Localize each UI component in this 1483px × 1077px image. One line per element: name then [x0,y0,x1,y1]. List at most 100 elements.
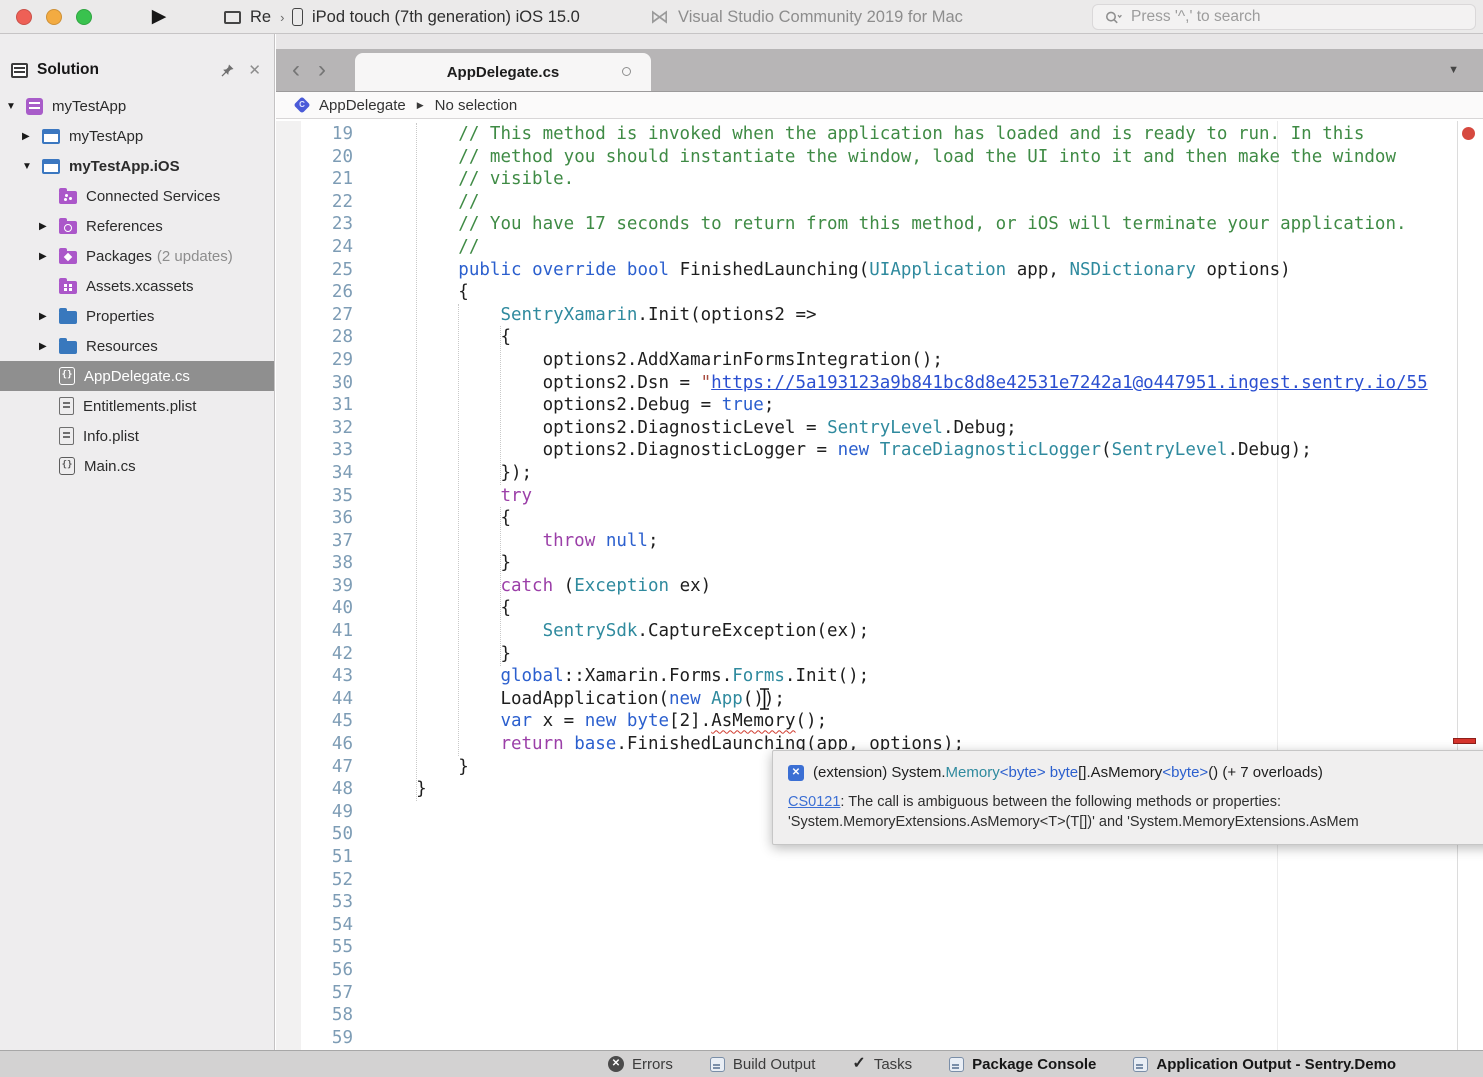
line-number[interactable]: 32 [276,417,366,440]
code-line-31[interactable]: 31 options2.Debug = true; [276,394,1483,417]
sidebar-item-assets-xcassets[interactable]: Assets.xcassets [0,271,274,301]
code-line-38[interactable]: 38 } [276,552,1483,575]
line-number[interactable]: 33 [276,439,366,462]
sidebar-item-references[interactable]: ▶References [0,211,274,241]
pin-pad-icon[interactable] [220,63,235,78]
line-number[interactable]: 27 [276,304,366,327]
navigate-forward-button[interactable] [318,58,326,82]
sidebar-item-properties[interactable]: ▶Properties [0,301,274,331]
disclosure-triangle-icon[interactable]: ▶ [39,251,59,262]
line-number[interactable]: 50 [276,823,366,846]
code-line-20[interactable]: 20 // method you should instantiate the … [276,146,1483,169]
close-pad-button[interactable] [248,63,261,78]
disclosure-triangle-icon[interactable]: ▶ [39,341,59,352]
line-number[interactable]: 26 [276,281,366,304]
zoom-window-button[interactable] [76,9,92,25]
sidebar-item-packages[interactable]: ▶Packages(2 updates) [0,241,274,271]
code-line-37[interactable]: 37 throw null; [276,530,1483,553]
line-number[interactable]: 41 [276,620,366,643]
sidebar-item-mytestapp[interactable]: ▼myTestApp [0,91,274,121]
line-number[interactable]: 49 [276,801,366,824]
code-line-45[interactable]: 45 var x = new byte[2].AsMemory(); [276,710,1483,733]
line-number[interactable]: 29 [276,349,366,372]
line-number[interactable]: 35 [276,485,366,508]
code-line-29[interactable]: 29 options2.AddXamarinFormsIntegration()… [276,349,1483,372]
code-line-34[interactable]: 34 }); [276,462,1483,485]
disclosure-triangle-icon[interactable]: ▶ [39,311,59,322]
line-number[interactable]: 42 [276,643,366,666]
code-line-41[interactable]: 41 SentrySdk.CaptureException(ex); [276,620,1483,643]
minimize-window-button[interactable] [46,9,62,25]
statusbar-application-output-sentry-demo-button[interactable]: Application Output - Sentry.Demo [1133,1056,1396,1073]
sidebar-item-entitlements-plist[interactable]: Entitlements.plist [0,391,274,421]
code-line-57[interactable]: 57 [276,982,1483,1005]
code-line-58[interactable]: 58 [276,1004,1483,1027]
code-line-25[interactable]: 25 public override bool FinishedLaunchin… [276,259,1483,282]
line-number[interactable]: 53 [276,891,366,914]
code-line-44[interactable]: 44 LoadApplication(new App()); [276,688,1483,711]
statusbar-errors-button[interactable]: Errors [608,1056,673,1073]
code-line-55[interactable]: 55 [276,936,1483,959]
line-number[interactable]: 20 [276,146,366,169]
line-number[interactable]: 30 [276,372,366,395]
code-line-40[interactable]: 40 { [276,597,1483,620]
sidebar-item-mytestapp[interactable]: ▶myTestApp [0,121,274,151]
line-number[interactable]: 19 [276,123,366,146]
line-number[interactable]: 28 [276,326,366,349]
line-number[interactable]: 44 [276,688,366,711]
code-line-28[interactable]: 28 { [276,326,1483,349]
code-line-32[interactable]: 32 options2.DiagnosticLevel = SentryLeve… [276,417,1483,440]
line-number[interactable]: 22 [276,191,366,214]
tab-list-dropdown[interactable] [1448,64,1459,76]
line-number[interactable]: 51 [276,846,366,869]
code-editor[interactable]: 19 // This method is invoked when the ap… [276,121,1483,1050]
build-configuration-selector[interactable]: Re › [224,0,284,34]
line-number[interactable]: 58 [276,1004,366,1027]
code-line-56[interactable]: 56 [276,959,1483,982]
line-number[interactable]: 59 [276,1027,366,1050]
code-line-59[interactable]: 59 [276,1027,1483,1050]
line-number[interactable]: 48 [276,778,366,801]
breadcrumb-class[interactable]: AppDelegate [319,97,406,114]
close-window-button[interactable] [16,9,32,25]
run-button[interactable] [146,3,172,31]
sidebar-item-resources[interactable]: ▶Resources [0,331,274,361]
code-line-39[interactable]: 39 catch (Exception ex) [276,575,1483,598]
code-line-19[interactable]: 19 // This method is invoked when the ap… [276,123,1483,146]
line-number[interactable]: 36 [276,507,366,530]
error-scroll-marker[interactable] [1453,738,1476,744]
line-number[interactable]: 31 [276,394,366,417]
sidebar-item-main-cs[interactable]: Main.cs [0,451,274,481]
line-number[interactable]: 54 [276,914,366,937]
code-line-51[interactable]: 51 [276,846,1483,869]
disclosure-triangle-icon[interactable]: ▼ [6,101,26,112]
line-number[interactable]: 34 [276,462,366,485]
statusbar-package-console-button[interactable]: Package Console [949,1056,1096,1073]
error-indicator-dot[interactable] [1462,127,1475,140]
error-code-link[interactable]: CS0121 [788,794,840,810]
line-number[interactable]: 55 [276,936,366,959]
sidebar-item-connected-services[interactable]: Connected Services [0,181,274,211]
disclosure-triangle-icon[interactable]: ▶ [39,221,59,232]
sidebar-item-mytestapp-ios[interactable]: ▼myTestApp.iOS [0,151,274,181]
code-line-21[interactable]: 21 // visible. [276,168,1483,191]
line-number[interactable]: 21 [276,168,366,191]
line-number[interactable]: 37 [276,530,366,553]
code-line-53[interactable]: 53 [276,891,1483,914]
code-line-52[interactable]: 52 [276,869,1483,892]
code-line-42[interactable]: 42 } [276,643,1483,666]
sidebar-item-appdelegate-cs[interactable]: AppDelegate.cs [0,361,274,391]
line-number[interactable]: 40 [276,597,366,620]
line-number[interactable]: 46 [276,733,366,756]
line-number[interactable]: 52 [276,869,366,892]
line-number[interactable]: 43 [276,665,366,688]
statusbar-build-output-button[interactable]: Build Output [710,1056,816,1073]
line-number[interactable]: 38 [276,552,366,575]
code-line-24[interactable]: 24 // [276,236,1483,259]
line-number[interactable]: 39 [276,575,366,598]
code-line-30[interactable]: 30 options2.Dsn = "https://5a193123a9b84… [276,372,1483,395]
code-line-36[interactable]: 36 { [276,507,1483,530]
line-number[interactable]: 47 [276,756,366,779]
navigate-back-button[interactable] [292,58,300,82]
code-line-26[interactable]: 26 { [276,281,1483,304]
